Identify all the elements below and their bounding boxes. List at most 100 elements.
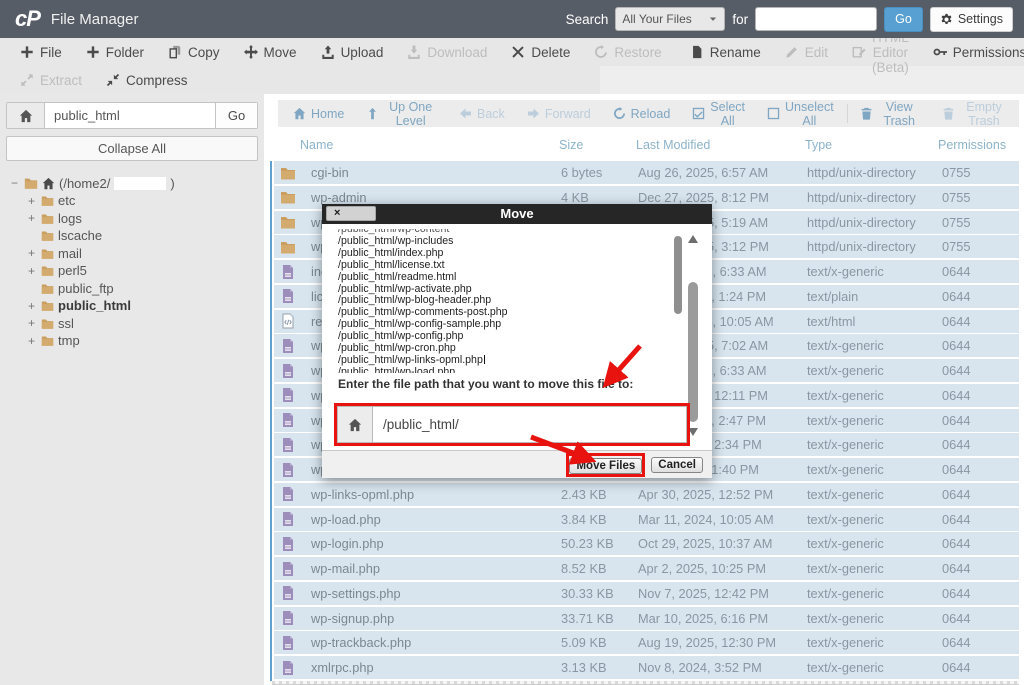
file-type: text/html bbox=[807, 310, 855, 333]
cfile-icon bbox=[280, 313, 296, 329]
column-header-last-modified[interactable]: Last Modified bbox=[636, 138, 710, 152]
toolbar-copy-button[interactable]: Copy bbox=[156, 38, 232, 66]
sidebar-item-lscache[interactable]: lscache bbox=[9, 227, 264, 245]
folder-icon bbox=[41, 229, 54, 242]
filebar-reload-label: Reload bbox=[631, 107, 671, 121]
toolbar-delete-button[interactable]: Delete bbox=[499, 38, 582, 66]
sidebar-item-public_ftp[interactable]: public_ftp bbox=[9, 280, 264, 298]
table-row[interactable]: wp-signup.php33.71 KBMar 10, 2025, 6:16 … bbox=[274, 607, 1019, 630]
filebar-unselect-all-button[interactable]: Unselect All bbox=[756, 100, 845, 127]
file-permissions: 0644 bbox=[942, 656, 970, 679]
toolbar-upload-button[interactable]: Upload bbox=[309, 38, 396, 66]
sidebar-path-input[interactable] bbox=[45, 103, 215, 128]
close-icon[interactable]: × bbox=[326, 206, 376, 221]
table-row[interactable]: wp-mail.php8.52 KBApr 2, 2025, 10:25 PMt… bbox=[274, 557, 1019, 580]
file-size: 3.84 KB bbox=[561, 508, 607, 531]
file-name: wp-links-opml.php bbox=[311, 483, 414, 506]
sidebar-item-logs[interactable]: + logs bbox=[9, 210, 264, 228]
collapse-all-button[interactable]: Collapse All bbox=[6, 136, 258, 161]
table-row[interactable]: wp-trackback.php5.09 KBAug 19, 2025, 12:… bbox=[274, 631, 1019, 654]
file-permissions: 0644 bbox=[942, 334, 970, 357]
table-row[interactable]: wp-load.php3.84 KBMar 11, 2024, 10:05 AM… bbox=[274, 508, 1019, 531]
sidebar-item-tmp[interactable]: +tmp bbox=[9, 332, 264, 350]
file-permissions: 0755 bbox=[942, 235, 970, 258]
table-row[interactable]: cgi-bin6 bytesAug 26, 2025, 6:57 AMhttpd… bbox=[274, 161, 1019, 184]
settings-button[interactable]: Settings bbox=[930, 7, 1013, 32]
toolbar-copy-label: Copy bbox=[188, 45, 220, 60]
filebar-reload-button[interactable]: Reload bbox=[602, 100, 682, 127]
destination-path-input[interactable] bbox=[373, 406, 687, 443]
sidebar-item-ssl[interactable]: +ssl bbox=[9, 315, 264, 333]
column-header-type[interactable]: Type bbox=[805, 138, 832, 152]
table-row[interactable]: wp-settings.php30.33 KBNov 7, 2025, 12:4… bbox=[274, 582, 1019, 605]
search-input[interactable] bbox=[755, 7, 877, 31]
sidebar-item-perl5[interactable]: +perl5 bbox=[9, 262, 264, 280]
pfile-icon bbox=[280, 387, 296, 403]
file-permissions: 0644 bbox=[942, 557, 970, 580]
table-row[interactable]: wp-login.php50.23 KBOct 29, 2025, 10:37 … bbox=[274, 532, 1019, 555]
dialog-scrollbar-thumb[interactable] bbox=[688, 282, 698, 422]
toolbar-permissions-button[interactable]: Permissions bbox=[921, 38, 1024, 66]
toolbar-file-button[interactable]: File bbox=[8, 38, 74, 66]
file-type: text/x-generic bbox=[807, 334, 884, 357]
redacted-username bbox=[114, 177, 166, 190]
tree-item-label: logs bbox=[58, 211, 82, 226]
move-files-button[interactable]: Move Files bbox=[569, 458, 642, 474]
collapse-expander[interactable]: − bbox=[9, 176, 20, 190]
home-icon[interactable] bbox=[337, 406, 373, 443]
file-size: 30.33 KB bbox=[561, 582, 614, 605]
table-row[interactable]: xmlrpc.php3.13 KBNov 8, 2024, 3:52 PMtex… bbox=[274, 656, 1019, 679]
folder-icon bbox=[41, 212, 54, 225]
file-permissions: 0644 bbox=[942, 433, 970, 456]
expand-icon[interactable]: + bbox=[26, 264, 37, 278]
search-scope-select[interactable]: All Your Files bbox=[615, 7, 725, 31]
home-icon[interactable] bbox=[7, 103, 45, 128]
plus-icon bbox=[20, 45, 34, 59]
sidebar-item-public_html[interactable]: +public_html bbox=[9, 297, 264, 315]
toolbar-move-button[interactable]: Move bbox=[232, 38, 309, 66]
column-header-permissions[interactable]: Permissions bbox=[938, 138, 1006, 152]
column-header-name[interactable]: Name bbox=[300, 138, 333, 152]
file-modified: Mar 11, 2024, 10:05 AM bbox=[638, 508, 774, 531]
folder-icon bbox=[41, 299, 54, 312]
tree-root-home[interactable]: − (/home2/ ) bbox=[9, 174, 264, 192]
pfile-icon bbox=[280, 338, 296, 354]
file-permissions: 0755 bbox=[942, 186, 970, 209]
filebar-home-button[interactable]: Home bbox=[282, 100, 355, 127]
file-listing-toolbar: HomeUp One LevelBackForwardReloadSelect … bbox=[278, 100, 1019, 127]
expand-icon[interactable]: + bbox=[26, 316, 37, 330]
key-icon bbox=[933, 45, 947, 59]
pfile-icon bbox=[280, 486, 296, 502]
sidebar-item-etc[interactable]: +etc bbox=[9, 192, 264, 210]
pfile-icon bbox=[280, 561, 296, 577]
file-list-scrollbar-thumb[interactable] bbox=[674, 236, 682, 314]
directory-tree: − (/home2/ ) +etc+logslscache+mail+perl5… bbox=[0, 161, 264, 350]
column-header-size[interactable]: Size bbox=[559, 138, 583, 152]
expand-icon[interactable]: + bbox=[26, 211, 37, 225]
cancel-button[interactable]: Cancel bbox=[651, 457, 703, 473]
expand-icon[interactable]: + bbox=[26, 194, 37, 208]
expand-icon[interactable]: + bbox=[26, 246, 37, 260]
toolbar-folder-button[interactable]: Folder bbox=[74, 38, 156, 66]
toolbar-rename-button[interactable]: Rename bbox=[678, 38, 773, 66]
scroll-up-arrow-icon[interactable] bbox=[688, 235, 698, 243]
table-row[interactable]: wp-links-opml.php2.43 KBApr 30, 2025, 12… bbox=[274, 483, 1019, 506]
filebar-view-trash-button[interactable]: View Trash bbox=[849, 100, 931, 127]
folder-icon bbox=[41, 194, 54, 207]
file-permissions: 0644 bbox=[942, 582, 970, 605]
text-cursor bbox=[484, 355, 485, 364]
filebar-up-one-level-button[interactable]: Up One Level bbox=[355, 100, 448, 127]
expand-icon[interactable]: + bbox=[26, 334, 37, 348]
file-size: 5.09 KB bbox=[561, 631, 607, 654]
sidebar-go-button[interactable]: Go bbox=[215, 103, 257, 128]
plus-icon bbox=[86, 45, 100, 59]
toolbar-compress-button[interactable]: Compress bbox=[94, 66, 200, 94]
sidebar-item-mail[interactable]: + mail bbox=[9, 245, 264, 263]
file-type: text/x-generic bbox=[807, 260, 884, 283]
file-permissions: 0644 bbox=[942, 359, 970, 382]
expand-icon[interactable]: + bbox=[26, 299, 37, 313]
filebar-select-all-button[interactable]: Select All bbox=[681, 100, 756, 127]
search-go-button[interactable]: Go bbox=[884, 7, 923, 32]
toolbar-upload-label: Upload bbox=[341, 45, 384, 60]
tree-item-label: mail bbox=[58, 246, 82, 261]
